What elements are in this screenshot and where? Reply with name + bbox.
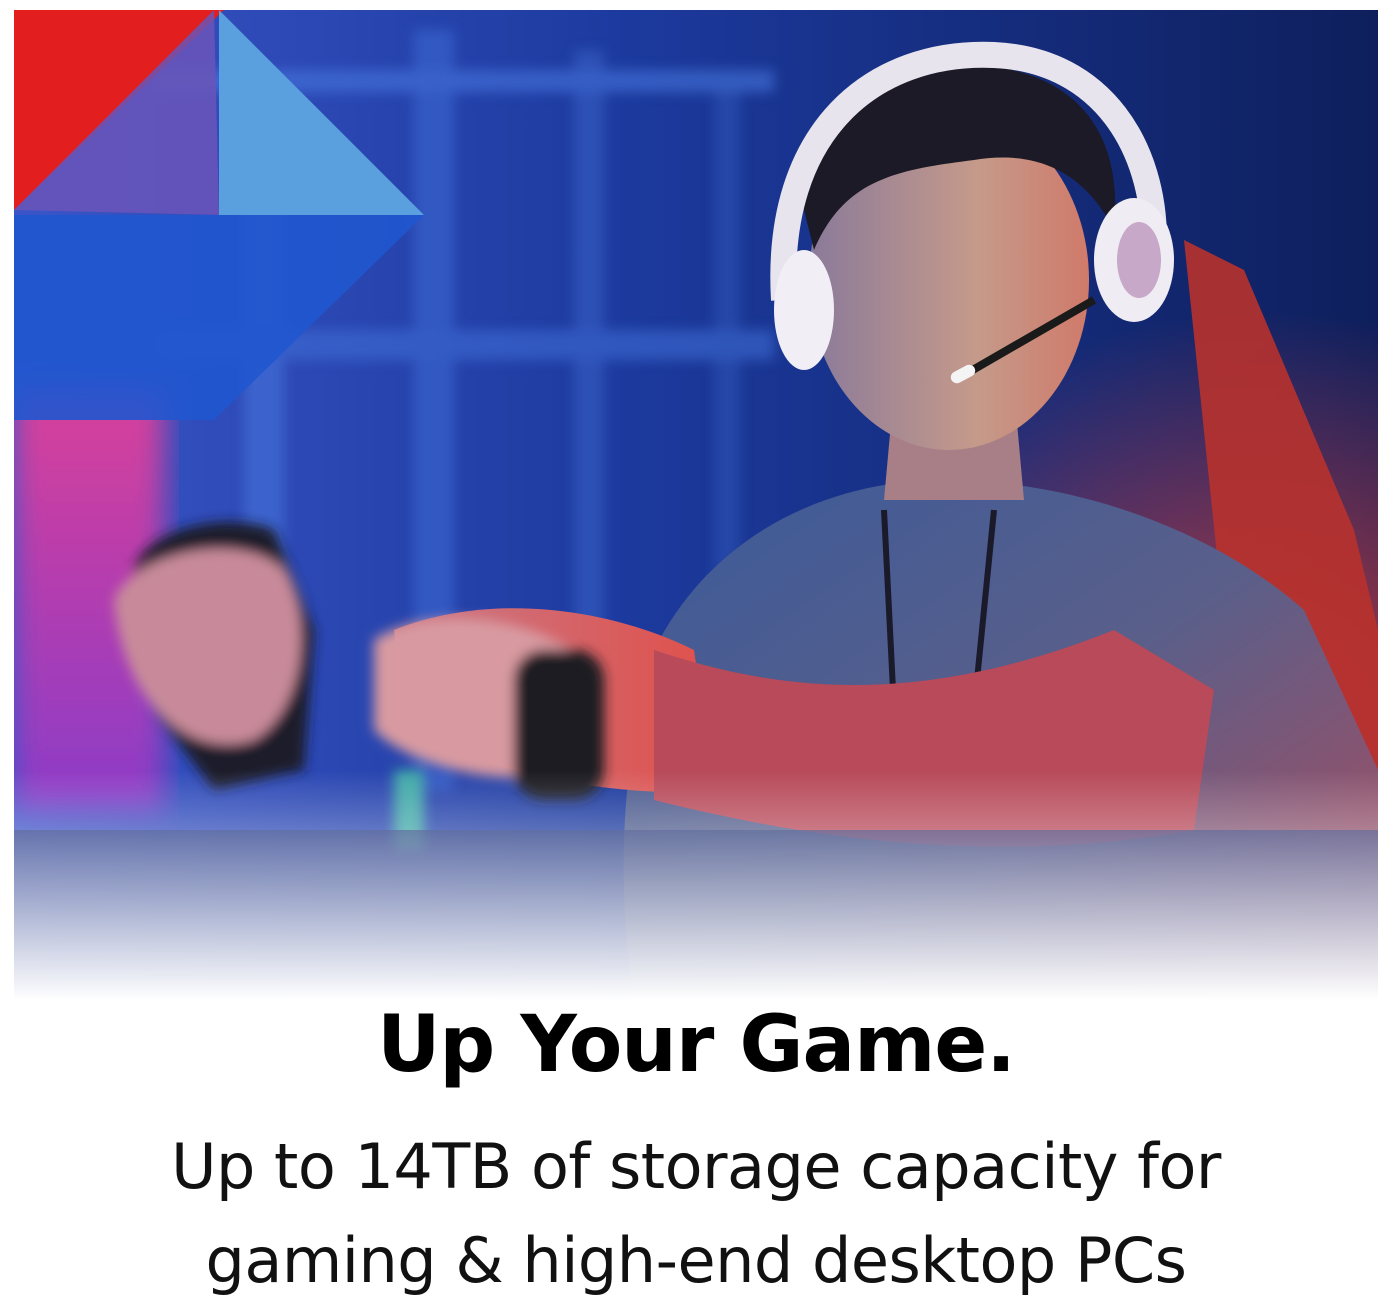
subheadline-line-2: gaming & high-end desktop PCs <box>205 1224 1187 1297</box>
subheadline: Up to 14TB of storage capacity for gamin… <box>14 1120 1378 1308</box>
promo-banner: Up Your Game. Up to 14TB of storage capa… <box>14 10 1378 1313</box>
headline: Up Your Game. <box>377 1000 1016 1090</box>
gamer-photo <box>14 10 1378 1000</box>
subheadline-line-1: Up to 14TB of storage capacity for <box>171 1130 1221 1203</box>
